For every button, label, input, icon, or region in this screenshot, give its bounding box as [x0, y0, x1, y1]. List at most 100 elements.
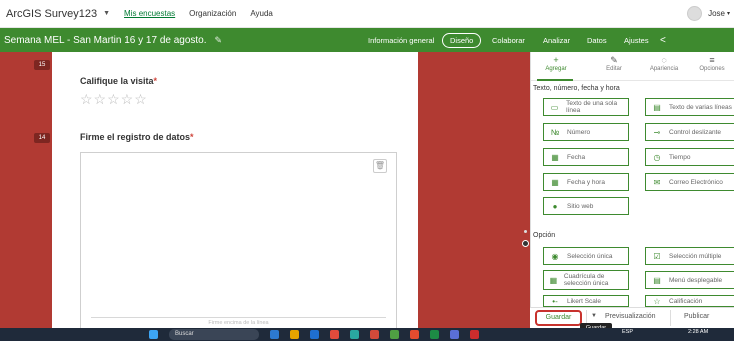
- signature-box[interactable]: 🗑 Firme encima de la línea: [80, 152, 397, 328]
- tab-opciones[interactable]: ≡ Opciones: [687, 55, 734, 72]
- field-datetime[interactable]: ▦ Fecha y hora: [543, 173, 629, 191]
- resize-handle[interactable]: [522, 240, 529, 247]
- chevron-down-icon[interactable]: ▾: [727, 10, 730, 17]
- preview-button[interactable]: Previsualización: [605, 313, 656, 320]
- field-time[interactable]: ◷ Tiempo: [645, 148, 734, 166]
- windows-start-icon[interactable]: [149, 330, 158, 339]
- required-marker: *: [153, 76, 158, 86]
- nav-mis-encuestas[interactable]: Mis encuestas: [124, 9, 175, 18]
- tab-diseno[interactable]: Diseño: [442, 28, 482, 52]
- taskbar: Buscar ESP 2:28 AM: [0, 328, 734, 341]
- app-title[interactable]: ArcGIS Survey123: [6, 8, 97, 20]
- tab-datos[interactable]: Datos: [587, 28, 607, 52]
- field-single-choice-grid[interactable]: ▦ Cuadrícula de selección única: [543, 270, 629, 290]
- app-icon[interactable]: [390, 330, 399, 339]
- section-title: Texto, número, fecha y hora: [533, 85, 620, 92]
- field-website[interactable]: ● Sitio web: [543, 197, 629, 215]
- chevron-down-icon[interactable]: ▼: [103, 10, 110, 17]
- field-label: Sitio web: [567, 202, 594, 210]
- radio-icon: ◉: [551, 251, 559, 261]
- nav-organizacion[interactable]: Organización: [189, 9, 236, 18]
- number-icon: №: [550, 127, 560, 137]
- top-bar: ArcGIS Survey123 ▼ Mis encuestas Organiz…: [0, 0, 734, 28]
- app-icon[interactable]: [410, 330, 419, 339]
- mail-icon[interactable]: [310, 330, 319, 339]
- field-dropdown[interactable]: ▤ Menú desplegable: [645, 271, 734, 289]
- app-icon[interactable]: [450, 330, 459, 339]
- field-date[interactable]: ▦ Fecha: [543, 148, 629, 166]
- tab-editar[interactable]: ✎ Editar: [589, 55, 639, 72]
- app-icon[interactable]: [370, 330, 379, 339]
- checkbox-icon: ☑: [653, 251, 661, 261]
- field-label: Fecha: [567, 153, 586, 161]
- globe-icon: ●: [552, 201, 558, 211]
- field-label: Calificación: [669, 297, 703, 305]
- tab-agregar[interactable]: + Agregar: [531, 55, 581, 72]
- edit-pencil-icon[interactable]: ✎: [215, 35, 223, 46]
- field-label: Tiempo: [669, 153, 691, 161]
- clock[interactable]: 2:28 AM: [688, 329, 708, 335]
- nav-ayuda[interactable]: Ayuda: [250, 9, 273, 18]
- field-label: Menú desplegable: [669, 276, 723, 284]
- section-title: Opción: [533, 232, 556, 239]
- folder-icon[interactable]: [290, 330, 299, 339]
- field-label: Control deslizante: [669, 128, 722, 136]
- mail-icon: ✉: [653, 177, 661, 187]
- language-indicator[interactable]: ESP: [622, 329, 633, 335]
- app-icon[interactable]: [270, 330, 279, 339]
- panel-tabs: + Agregar ✎ Editar ◌ Apariencia ≡ Opciones: [531, 52, 734, 81]
- publish-button[interactable]: Publicar: [684, 313, 709, 320]
- taskbar-search[interactable]: Buscar: [169, 329, 259, 340]
- options-icon: ≡: [709, 55, 715, 65]
- tab-label: Editar: [606, 66, 622, 72]
- field-email[interactable]: ✉ Correo Electrónico: [645, 173, 734, 191]
- user-name[interactable]: Jose: [708, 9, 725, 18]
- tab-analizar[interactable]: Analizar: [543, 28, 570, 52]
- tab-label: Analizar: [543, 35, 571, 45]
- avatar[interactable]: [687, 6, 703, 21]
- app-icon[interactable]: [350, 330, 359, 339]
- tab-informacion-general[interactable]: Información general: [368, 28, 434, 52]
- tab-ajustes[interactable]: Ajustes: [624, 28, 649, 52]
- field-multiple-choice[interactable]: ☑ Selección múltiple: [645, 247, 734, 265]
- question-title[interactable]: Califique la visita*: [80, 76, 157, 86]
- calendar-icon: ▦: [551, 152, 559, 162]
- star-icon: ☆: [653, 296, 661, 306]
- tab-colaborar[interactable]: Colaborar: [492, 28, 525, 52]
- question-title-text: Firme el registro de datos: [80, 132, 191, 142]
- signature-label: Firme encima de la línea: [208, 320, 269, 326]
- trash-icon[interactable]: 🗑: [373, 159, 387, 173]
- grid-icon: ▦: [549, 275, 558, 285]
- appearance-icon: ◌: [661, 55, 667, 65]
- excel-icon[interactable]: [430, 330, 439, 339]
- app-icon[interactable]: [470, 330, 479, 339]
- question-title-text: Califique la visita: [80, 76, 154, 86]
- field-slider[interactable]: ⊸ Control deslizante: [645, 123, 734, 141]
- browser-icon[interactable]: [330, 330, 339, 339]
- share-icon[interactable]: <: [660, 28, 666, 52]
- field-label: Número: [567, 128, 591, 136]
- form-preview: 15 Califique la visita* ☆☆☆☆☆ 14 Firme e…: [34, 52, 418, 328]
- field-single-choice[interactable]: ◉ Selección única: [543, 247, 629, 265]
- question-number: 14: [34, 133, 50, 143]
- question-title[interactable]: Firme el registro de datos*: [80, 132, 194, 142]
- rating-stars[interactable]: ☆☆☆☆☆: [80, 91, 148, 108]
- divider: [670, 310, 671, 326]
- field-rating[interactable]: ☆ Calificación: [645, 295, 734, 307]
- field-label: Selección única: [567, 252, 613, 260]
- save-button[interactable]: Guardar: [535, 310, 582, 326]
- field-number[interactable]: № Número: [543, 123, 629, 141]
- survey-header: Semana MEL - San Martin 16 y 17 de agost…: [0, 28, 734, 52]
- field-likert[interactable]: •- Likert Scale: [543, 295, 629, 307]
- chevron-down-icon[interactable]: ▼: [591, 313, 597, 319]
- user-menu[interactable]: Jose ▾: [687, 6, 730, 21]
- panel-footer: Guardar ▼ Previsualización Publicar: [530, 307, 734, 328]
- plus-icon: +: [553, 55, 559, 65]
- tab-label: Apariencia: [649, 66, 679, 72]
- field-label: Cuadrícula de selección única: [563, 273, 609, 287]
- field-single-line-text[interactable]: ▭ Texto de una sola línea: [543, 98, 629, 116]
- field-label: Likert Scale: [567, 297, 601, 305]
- tab-apariencia[interactable]: ◌ Apariencia: [639, 55, 689, 72]
- field-label: Selección múltiple: [669, 252, 722, 260]
- field-multi-line-text[interactable]: ▤ Texto de varias líneas: [645, 98, 734, 116]
